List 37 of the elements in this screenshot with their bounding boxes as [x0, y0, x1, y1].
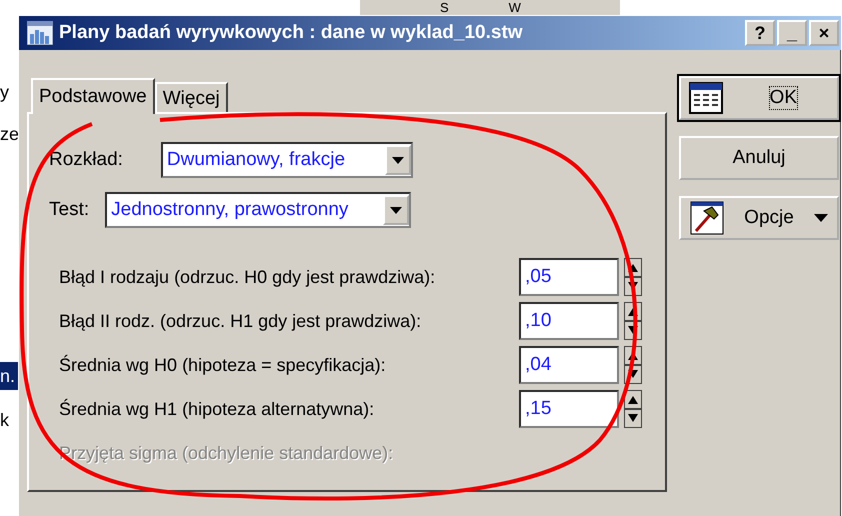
hammer-icon [690, 201, 724, 235]
list-item[interactable]: y [0, 78, 13, 106]
dropdown[interactable]: Dwumianowy, frakcje [160, 142, 413, 178]
number-field[interactable]: ,05 [519, 258, 619, 296]
caret-icon [392, 156, 404, 164]
dropdown[interactable]: Jednostronny, prawostronny [105, 192, 412, 228]
number-field[interactable]: ,04 [519, 346, 619, 384]
list-item[interactable]: n. [0, 362, 20, 390]
tab[interactable]: Podstawowe [31, 78, 155, 114]
dialog-button[interactable]: OK [679, 76, 839, 120]
caret-icon [390, 206, 402, 214]
chart-icon [27, 21, 53, 45]
field-label: Średnia wg H0 (hipoteza = specyfikacja): [59, 354, 387, 376]
field-label: Test: [49, 199, 90, 221]
spin-button[interactable] [624, 258, 642, 296]
dialog-button[interactable]: Opcje [679, 196, 839, 240]
title-bar-button[interactable]: _ [777, 20, 807, 46]
title-bar-button[interactable]: ? [745, 20, 775, 46]
title-bar-button[interactable]: × [809, 20, 839, 46]
caret-icon [814, 214, 828, 222]
field-label: Średnia wg H1 (hipoteza alternatywna): [59, 398, 376, 420]
toolbar-button[interactable]: S [440, 0, 449, 15]
tab[interactable]: Więcej [154, 82, 228, 112]
field-label: Rozkład: [49, 149, 123, 171]
number-field[interactable]: ,15 [519, 390, 619, 428]
number-field[interactable]: ,10 [519, 302, 619, 340]
field-label: Błąd II rodz. (odrzuc. H1 gdy jest prawdziwa): [59, 310, 422, 332]
dialog-button[interactable]: Anuluj [679, 136, 839, 180]
window-title: Plany badań wyrywkowych : dane w wyklad_10.stw [59, 22, 524, 44]
toolbar-button[interactable]: W [508, 0, 521, 15]
spin-button[interactable] [624, 390, 642, 428]
spin-button[interactable] [624, 302, 642, 340]
table-icon [689, 82, 723, 114]
field-label: Błąd I rodzaju (odrzuc. H0 gdy jest prawdziwa): [59, 266, 436, 288]
field-label: Przyjęta sigma (odchylenie standardowe): [59, 442, 394, 464]
list-item[interactable]: k [0, 406, 13, 434]
spin-button[interactable] [624, 346, 642, 384]
